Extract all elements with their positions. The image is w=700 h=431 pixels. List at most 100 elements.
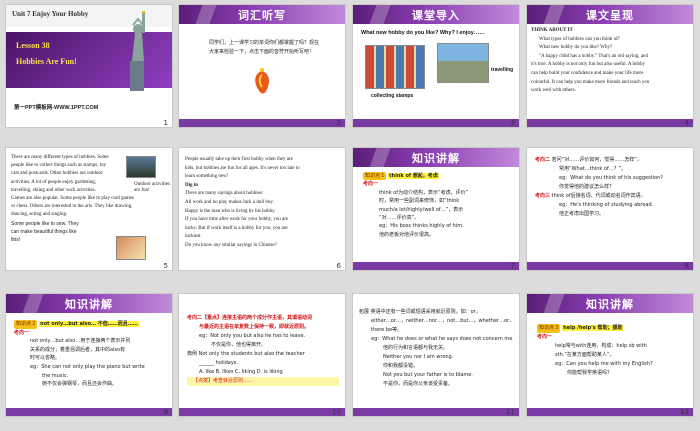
slide5-line: travelling, skiing and other such activi… — [11, 187, 96, 193]
slide7-line: “对……评价高”。 — [379, 215, 420, 222]
slide-header-title: 知识讲解 — [65, 298, 113, 311]
slide-thumbnail-4[interactable]: 课文呈现 THINK ABOUT IT What types of hobbie… — [526, 4, 694, 128]
slide8-line: 常用“What…think of…？”。 — [559, 166, 627, 172]
slide5-line: Some people like to sew. They — [11, 220, 79, 227]
slide-number: 5 — [163, 262, 168, 270]
slide11-line: Not you but your father is to blame. — [383, 372, 473, 378]
slide10-line: ______ holidays. — [199, 360, 238, 366]
slide11-line: 他的行为和言语都与我无关。 — [383, 345, 449, 351]
slide-header-title: 知识讲解 — [412, 152, 460, 165]
slide-header-title: 词汇听写 — [238, 9, 286, 22]
slide5-line: cars and postcards. Other hobbies are ou… — [11, 171, 103, 177]
slide5-line: or chess. Others are interested in the a… — [11, 204, 133, 210]
knowledge-point-tag: 知识点 2 — [14, 320, 38, 329]
slide11-line: 拓展 英语中还有一些词或短语采用就近原则，如：or， — [359, 309, 481, 315]
stamps-photo — [365, 45, 425, 89]
slide-thumbnail-7[interactable]: 知识讲解 知识点 1 think of 想起，考虑 考向一 think of为动介… — [352, 147, 520, 271]
slide11-line: 你和我都没错。 — [383, 363, 419, 369]
slide-header-band: 知识讲解 — [527, 294, 693, 313]
outdoor-photo — [126, 156, 156, 178]
slide6-line: If you have time after work for your hob… — [185, 217, 289, 223]
slide10-line: A. like B. likes C. liking D. is liking — [199, 369, 283, 375]
slide6-line: lucky. But if work itself is a hobby for… — [185, 225, 288, 231]
slide2-text-line: 同学们，上一课学习的单词你们都掌握了吗？现在 — [209, 40, 320, 46]
slide-header-band: 词汇听写 — [179, 5, 345, 24]
slide-thumbnail-6[interactable]: People usually take up their first hobby… — [178, 147, 346, 271]
slide7-line: eg：His boss thinks highly of him. — [379, 223, 464, 230]
slide1-lesson: Lesson 38 — [16, 41, 50, 50]
slide-header-title: 知识讲解 — [586, 298, 634, 311]
slide-number: 6 — [336, 262, 341, 270]
slide-footer-bar — [353, 262, 519, 270]
slide-thumbnail-12[interactable]: 知识讲解 知识点 3 help /help's 帮助；援助 考向一 help常与w… — [526, 293, 694, 417]
slide1-subtitle: Hobbies Are Fun! — [16, 57, 77, 66]
music-note-speaker-icon[interactable] — [249, 67, 275, 97]
knowledge-point-tag: 知识点 3 — [537, 324, 561, 333]
slide-number: 7 — [510, 262, 515, 270]
slide12-line: help常与with连用，构成：help sb with — [555, 343, 647, 349]
knowledge-point: think of 想起，考虑 — [388, 173, 439, 179]
slide8-line: 若问“对……评价如何，觉得……怎样”， — [551, 157, 642, 163]
slide-thumbnail-9[interactable]: 知识讲解 知识点 2 not only…but also… 不但……而且…… 考向… — [5, 293, 173, 417]
slide-footer-bar — [527, 262, 693, 270]
slide-footer-bar — [179, 408, 345, 416]
slide-sorter-grid: Unit 7 Enjoy Your Hobby Lesson 38 Hobbie… — [0, 0, 700, 431]
slide5-line: activities. A lot of people enjoy garden… — [11, 179, 96, 185]
slide-footer-bar — [527, 408, 693, 416]
slide-thumbnail-10[interactable]: 考向二【重点】连接主语的两个成分作主语，其谓语动词 与最近的主语在单复数上保持一… — [178, 293, 346, 417]
slide6-line: People usually take up their first hobby… — [185, 157, 293, 162]
slide2-text-line: 大家来检验一下，点击下面的音符开始听写吧！ — [209, 49, 315, 55]
slide-footer-bar — [6, 408, 172, 416]
slide-header-band: 课堂导入 — [353, 5, 519, 24]
slide6-line: Dig in — [185, 182, 198, 188]
slide-thumbnail-1[interactable]: Unit 7 Enjoy Your Hobby Lesson 38 Hobbie… — [5, 4, 173, 128]
slide10-line: eg：Not only you but also he has to leave… — [199, 333, 306, 339]
exam-direction-label: 考向二 — [535, 157, 551, 163]
exam-direction-label: 考向一 — [363, 181, 379, 188]
slide4-line: colourful. It can help you make more fri… — [531, 79, 650, 85]
slide10-line: 不仅是你，他也得离开。 — [211, 342, 267, 348]
slide11-line: Neither you nor I am wrong. — [383, 354, 454, 360]
exam-direction-label: 考向一 — [537, 334, 553, 340]
slide1-unit-title: Unit 7 Enjoy Your Hobby — [12, 10, 89, 18]
outdoor-caption: Outdoor activities are fun! — [134, 182, 170, 193]
slide-number: 8 — [684, 262, 689, 270]
slide6-line: There are many sayings about hobbies: — [185, 191, 264, 197]
slide-thumbnail-5[interactable]: There are many different types of hobbie… — [5, 147, 173, 271]
caption-travelling: travelling — [491, 67, 514, 73]
slide12-line: sth.“在某方面帮助某人”。 — [555, 352, 615, 358]
slide12-line: 你能帮我学英语吗？ — [567, 370, 613, 376]
slide-number: 2 — [336, 119, 341, 127]
slide4-line: THINK ABOUT IT — [531, 28, 573, 33]
slide-thumbnail-11[interactable]: 拓展 英语中还有一些词或短语采用就近原则，如：or， either…or…，ne… — [352, 293, 520, 417]
slide11-line: there be等。 — [371, 327, 403, 333]
slide11-line: eg：What he does or what he says does not… — [371, 336, 513, 342]
slide8-line: eg：What do you think of his suggestion? — [559, 175, 663, 181]
slide-thumbnail-2[interactable]: 词汇听写 同学们，上一课学习的单词你们都掌握了吗？现在 大家来检验一下，点击下面… — [178, 4, 346, 128]
slide6-line: luckiest. — [185, 234, 202, 240]
slide-header-title: 课文呈现 — [586, 9, 634, 22]
slide10-line: 与最近的主语在单复数上保持一致，即就近原则。 — [199, 324, 310, 330]
slide-footer-bar — [179, 119, 345, 127]
slide-header-band: 课文呈现 — [527, 5, 693, 24]
slide-footer-bar — [353, 408, 519, 416]
slide6-line: Happy is the man who is living by his ho… — [185, 208, 276, 214]
slide10-line: 典例 Not only the students but also the te… — [187, 351, 305, 357]
slide7-line: much/a lot/highly/well of…”，表示 — [379, 206, 464, 213]
slide6-line: kids, but hobbies are fun for all ages. … — [185, 165, 300, 171]
slide-number: 9 — [163, 408, 168, 416]
slide-footer-bar — [527, 119, 693, 127]
slide-header-band: 知识讲解 — [353, 148, 519, 167]
slide5-line: this! — [11, 237, 21, 244]
slide-thumbnail-3[interactable]: 课堂导入 What new hobby do you like? Why? I … — [352, 4, 520, 128]
slide5-line: can make beautiful things like — [11, 228, 77, 235]
knowledge-point: help /help's 帮助；援助 — [562, 325, 624, 331]
slide4-line: it's true. A hobby is not only fun but a… — [531, 62, 645, 68]
slide10-line: 【点拨】考查就近原则…… — [187, 377, 339, 386]
slide-thumbnail-8[interactable]: 考向二 若问“对……评价如何，觉得……怎样”， 常用“What…think of… — [526, 147, 694, 271]
slide12-line: eg：Can you help me with my English? — [555, 361, 653, 367]
statue-of-liberty-image — [130, 11, 146, 91]
slide9-line: not only…but also…用于连接两个表示并列 — [30, 338, 131, 345]
knowledge-point-tag: 知识点 1 — [363, 172, 387, 181]
slide9-line: the music. — [42, 372, 69, 379]
